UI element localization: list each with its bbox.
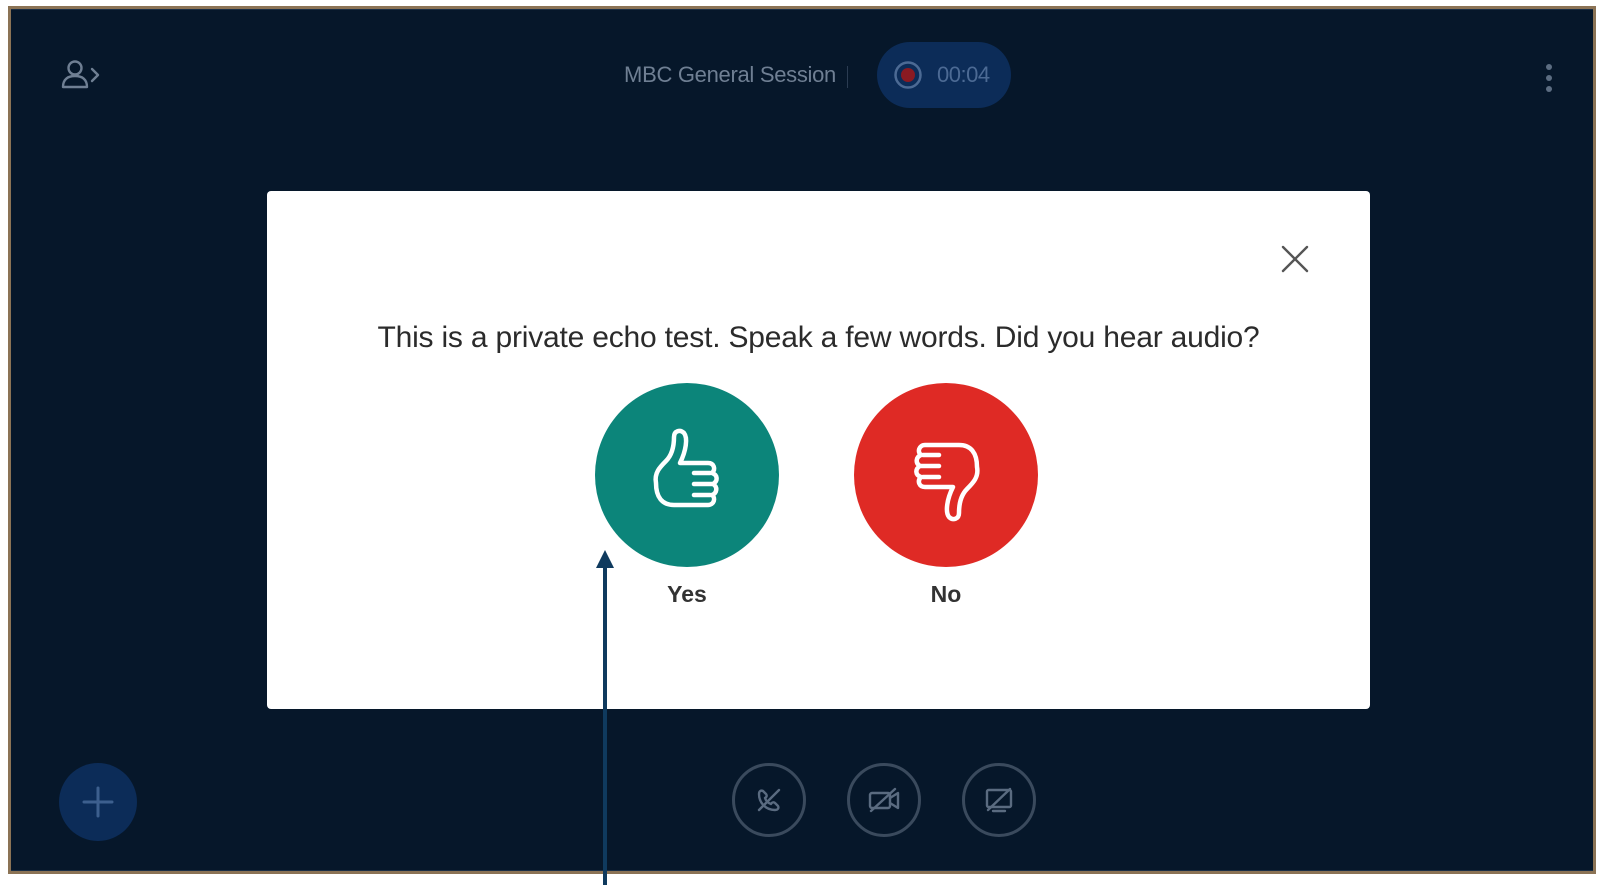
thumbs-up-icon — [653, 428, 719, 508]
modal-close-button[interactable] — [1275, 239, 1315, 279]
screen-share-icon — [985, 787, 1013, 813]
record-icon — [893, 60, 923, 90]
no-circle[interactable] — [854, 383, 1038, 567]
yes-circle[interactable] — [595, 383, 779, 567]
join-video-button[interactable] — [847, 763, 921, 837]
echo-test-modal: This is a private echo test. Speak a few… — [267, 191, 1370, 709]
plus-icon — [82, 786, 114, 818]
conference-app: MBC General Session 00:04 This is a priv… — [11, 10, 1593, 870]
annotation-arrow-icon — [596, 550, 614, 885]
recording-indicator[interactable]: 00:04 — [877, 42, 1011, 108]
close-icon — [1281, 245, 1309, 273]
join-video-icon — [868, 787, 900, 813]
recording-time: 00:04 — [937, 62, 990, 87]
leave-audio-icon — [757, 788, 781, 812]
no-label: No — [930, 581, 962, 607]
vertical-dots-icon — [1546, 64, 1552, 70]
user-list-toggle[interactable] — [59, 56, 103, 92]
user-list-toggle-icon — [61, 60, 100, 89]
yes-button[interactable]: Yes — [594, 383, 780, 608]
no-button[interactable]: No — [853, 383, 1039, 608]
thumbs-down-icon — [914, 442, 980, 522]
actions-button[interactable] — [59, 763, 137, 841]
session-title: MBC General Session — [624, 62, 836, 87]
screen-share-button[interactable] — [962, 763, 1036, 837]
title-divider — [847, 66, 848, 88]
yes-label: Yes — [667, 581, 707, 607]
options-menu-button[interactable] — [1539, 60, 1559, 96]
echo-test-message: This is a private echo test. Speak a few… — [377, 321, 1260, 354]
leave-audio-button[interactable] — [732, 763, 806, 837]
